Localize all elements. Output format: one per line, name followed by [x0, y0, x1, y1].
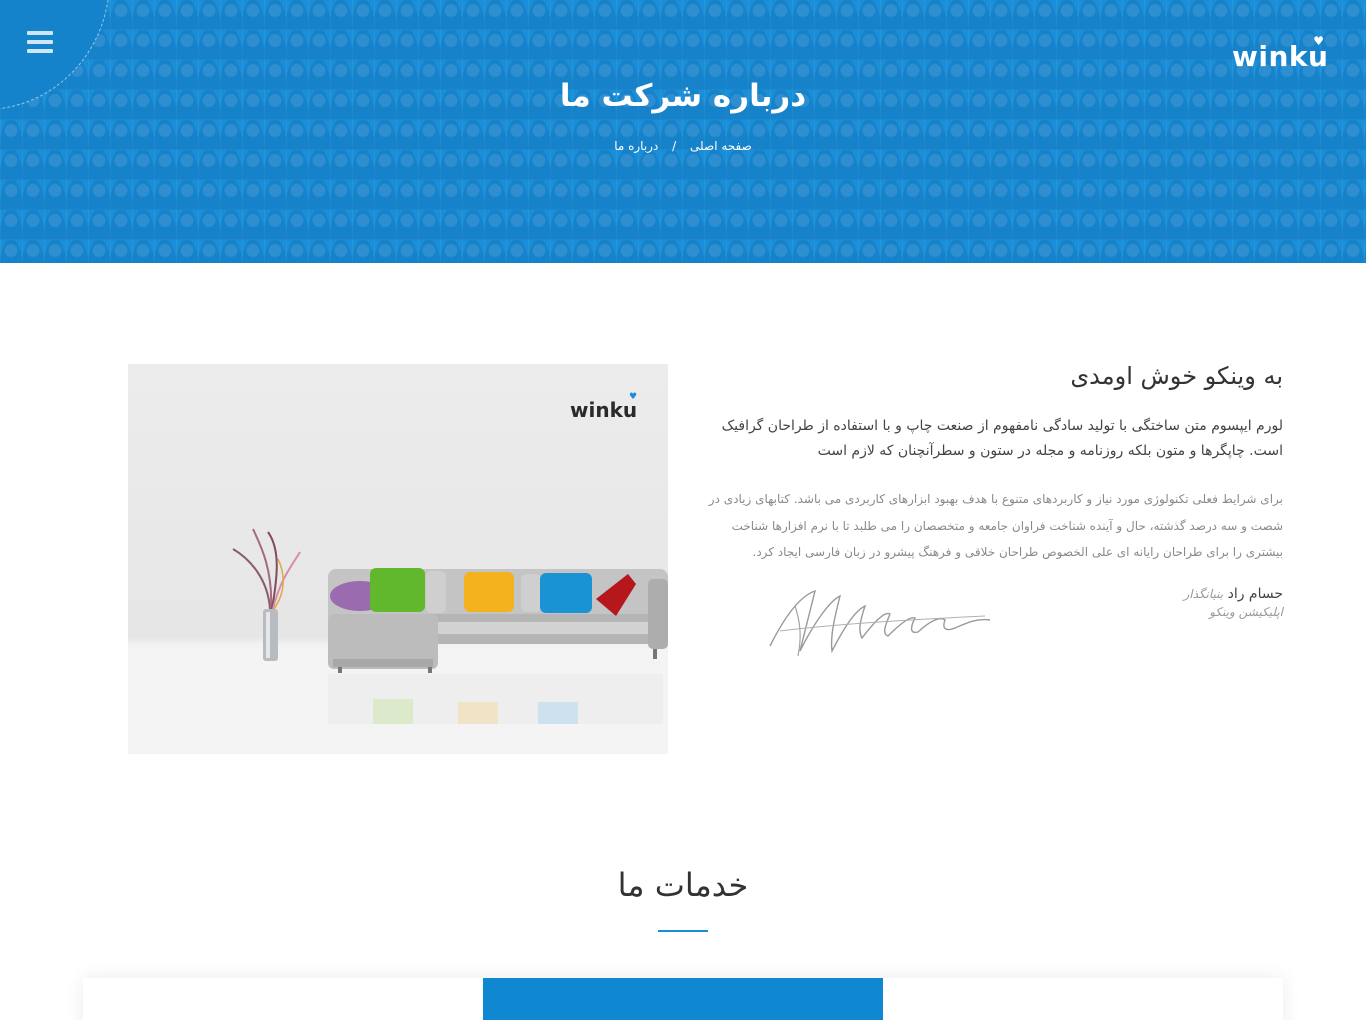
breadcrumb-separator: /: [672, 139, 677, 153]
hamburger-menu-icon[interactable]: [27, 31, 53, 53]
sofa-illustration: [128, 528, 668, 754]
about-body-paragraph: برای شرایط فعلی تکنولوژی مورد نیاز و کار…: [708, 492, 1283, 559]
about-image: winku ♥: [128, 364, 668, 754]
page-title: درباره شرکت ما: [559, 78, 807, 114]
author-role: بنیانگذار: [1183, 586, 1224, 601]
breadcrumb-home-link[interactable]: صفحه اصلی: [690, 139, 752, 153]
about-heading: به وینکو خوش اومدی: [1070, 362, 1283, 390]
signature-image: [769, 589, 991, 656]
services-title: خدمات ما: [617, 866, 749, 904]
author-block: حسام راد بنیانگذار اپلیکیشن وینکو: [700, 586, 1283, 656]
services-title-underline: [658, 930, 708, 932]
about-lead-paragraph: لورم ایپسوم متن ساختگی با تولید سادگی نا…: [721, 418, 1283, 459]
breadcrumb: صفحه اصلی / درباره ما: [0, 139, 1366, 153]
breadcrumb-current: درباره ما: [614, 139, 659, 153]
site-logo[interactable]: winku ♥: [1232, 34, 1328, 73]
page-hero: winku ♥ درباره شرکت ما صفحه اصلی / درباره…: [0, 0, 1366, 263]
about-section: به وینکو خوش اومدی لورم ایپسوم متن ساختگ…: [700, 360, 1283, 656]
service-card-active[interactable]: [483, 978, 883, 1020]
